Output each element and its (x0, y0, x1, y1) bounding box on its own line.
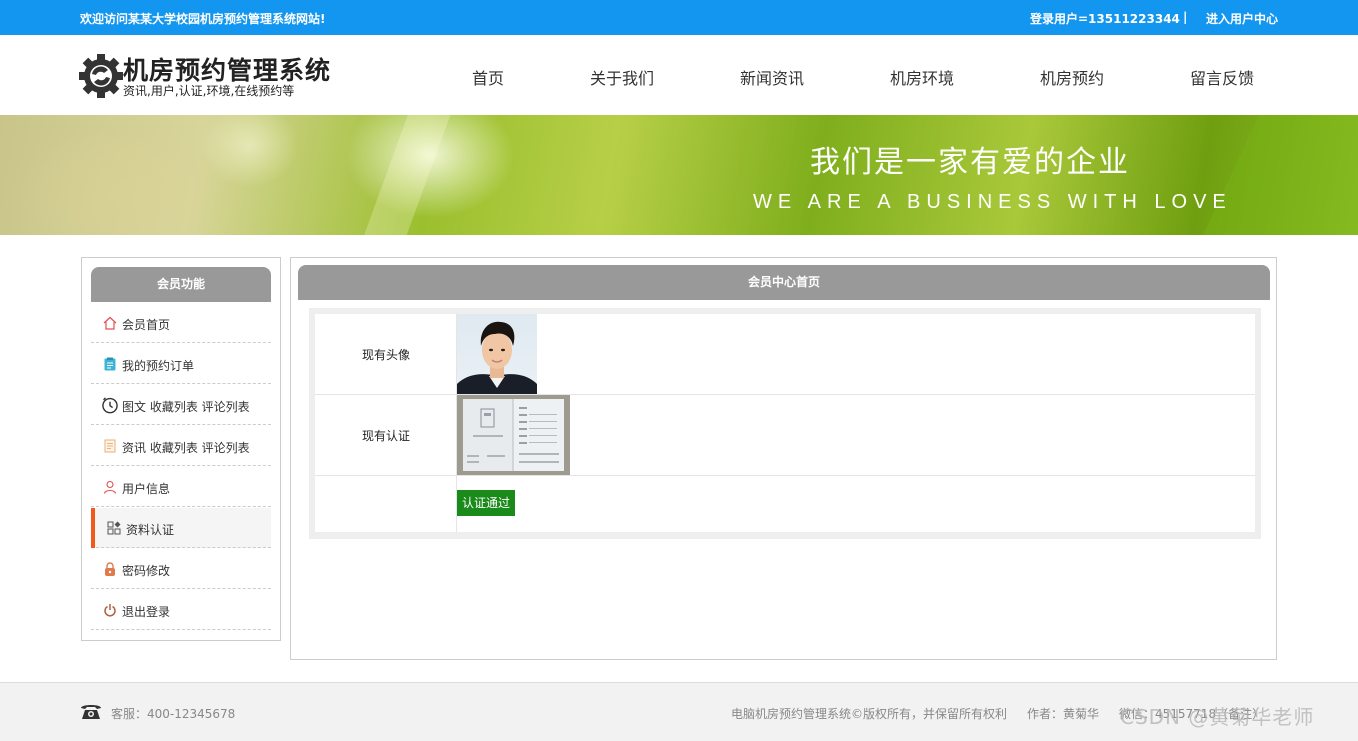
nav-environment[interactable]: 机房环境 (890, 65, 954, 89)
member-sidebar: 会员功能 会员首页 我的预约订单 图文 收藏列表 评论列表 资讯 收藏列表 评论… (81, 257, 281, 641)
panel-title: 会员中心首页 (298, 265, 1270, 300)
copyright-text: 电脑机房预约管理系统©版权所有，并保留所有权利 (731, 707, 1008, 721)
site-footer: 客服：400-12345678 电脑机房预约管理系统©版权所有，并保留所有权利 … (0, 682, 1358, 741)
sidebar-item-news-favorites[interactable]: 资讯 收藏列表 评论列表 (91, 426, 271, 466)
sidebar-item-label: 会员首页 (122, 318, 171, 332)
clock-icon (102, 397, 118, 414)
user-icon (103, 480, 117, 494)
avatar-label: 现有头像 (361, 348, 410, 362)
gear-logo-icon (79, 54, 123, 98)
nav-news[interactable]: 新闻资讯 (740, 65, 804, 89)
sidebar-item-label: 密码修改 (122, 564, 171, 578)
member-center-panel: 会员中心首页 现有头像 现有认证 认证通过 (290, 257, 1277, 660)
banner-slogan: 我们是一家有爱的企业 (810, 145, 1130, 180)
login-user-text: 登录用户=13511223344 (1030, 12, 1180, 26)
sidebar-item-verification[interactable]: 资料认证 (91, 508, 271, 548)
sidebar-item-member-home[interactable]: 会员首页 (91, 303, 271, 343)
sidebar-item-logout[interactable]: 退出登录 (91, 590, 271, 630)
welcome-text: 欢迎访问某某大学校园机房预约管理系统网站! (80, 12, 326, 26)
customer-service-text: 客服：400-12345678 (111, 707, 236, 721)
certificate-label: 现有认证 (361, 429, 410, 443)
verification-status-button[interactable]: 认证通过 (457, 490, 516, 516)
nav-reservation[interactable]: 机房预约 (1040, 65, 1104, 89)
banner-leaf-shape (1186, 115, 1358, 235)
sidebar-item-user-info[interactable]: 用户信息 (91, 467, 271, 507)
sidebar-item-image-favorites[interactable]: 图文 收藏列表 评论列表 (91, 385, 271, 425)
nav-home[interactable]: 首页 (472, 65, 504, 89)
sidebar-item-orders[interactable]: 我的预约订单 (91, 344, 271, 384)
nav-feedback[interactable]: 留言反馈 (1190, 65, 1254, 89)
home-icon (103, 316, 117, 330)
avatar-label-cell: 现有头像 (315, 314, 457, 394)
author-text: 作者：黄菊华 (1027, 707, 1100, 721)
active-indicator (91, 508, 95, 548)
certificate-label-cell: 现有认证 (315, 395, 457, 475)
hero-banner: 我们是一家有爱的企业 WE ARE A BUSINESS WITH LOVE (0, 115, 1358, 235)
grid-icon (107, 521, 121, 535)
document-icon (104, 439, 116, 453)
user-center-link[interactable]: 进入用户中心 (1206, 10, 1278, 27)
sidebar-title: 会员功能 (91, 267, 271, 302)
avatar-row: 现有头像 (315, 314, 1255, 395)
status-row: 认证通过 (315, 476, 1255, 532)
avatar-portrait (457, 321, 537, 394)
power-icon (104, 604, 116, 617)
certificate-document (457, 395, 570, 475)
topbar-separator: | (1183, 10, 1188, 24)
sidebar-item-label: 图文 收藏列表 评论列表 (122, 400, 250, 414)
top-bar: 欢迎访问某某大学校园机房预约管理系统网站! 登录用户=13511223344 |… (0, 0, 1358, 35)
sidebar-item-label: 用户信息 (122, 482, 171, 496)
certificate-image (457, 395, 570, 475)
sidebar-item-label: 资讯 收藏列表 评论列表 (122, 441, 250, 455)
profile-info-box: 现有头像 现有认证 认证通过 (309, 308, 1261, 539)
clipboard-icon (104, 357, 116, 371)
nav-about[interactable]: 关于我们 (590, 65, 654, 89)
banner-slogan-en: WE ARE A BUSINESS WITH LOVE (753, 191, 1232, 213)
lock-icon (105, 562, 115, 576)
csdn-watermark: CSDN @黄菊华老师 (1120, 705, 1315, 729)
banner-light-stripe (347, 115, 453, 235)
sidebar-item-label: 我的预约订单 (122, 359, 195, 373)
telephone-icon (81, 705, 101, 719)
avatar-image (457, 314, 537, 394)
sidebar-item-label: 退出登录 (122, 605, 171, 619)
certificate-row: 现有认证 (315, 395, 1255, 476)
sidebar-item-password[interactable]: 密码修改 (91, 549, 271, 589)
sidebar-item-label: 资料认证 (126, 523, 175, 537)
site-header: 机房预约管理系统 资讯,用户,认证,环境,在线预约等 首页 关于我们 新闻资讯 … (0, 35, 1358, 115)
profile-table: 现有头像 现有认证 认证通过 (315, 314, 1255, 532)
site-subtitle: 资讯,用户,认证,环境,在线预约等 (123, 84, 295, 98)
status-label-cell (315, 476, 457, 532)
